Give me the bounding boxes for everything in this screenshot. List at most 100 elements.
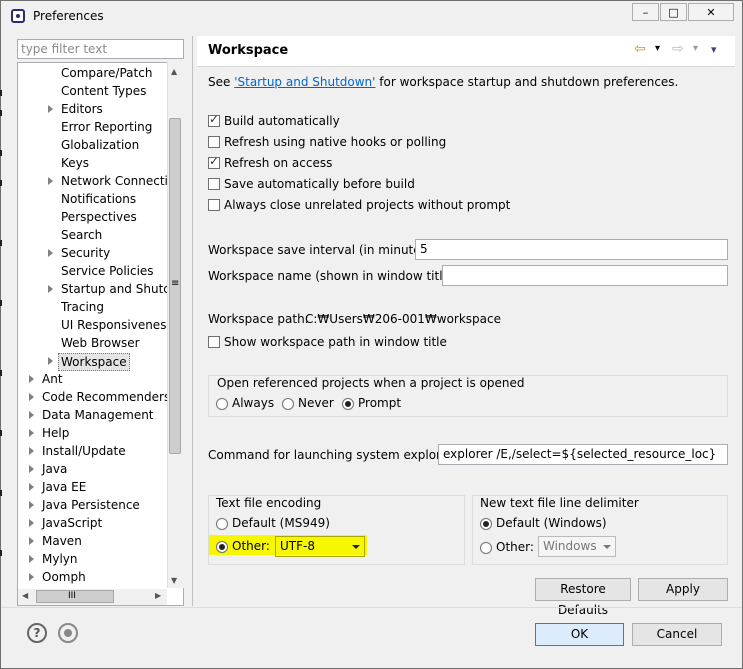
workspace-name-label: Workspace name (shown in window title): — [208, 269, 459, 283]
minimize-button[interactable]: – — [632, 3, 659, 21]
expand-arrow-icon[interactable] — [29, 537, 34, 545]
expand-arrow-icon[interactable] — [29, 555, 34, 563]
tree-item[interactable]: Content Types — [61, 82, 146, 100]
close-button[interactable]: ✕ — [688, 3, 734, 21]
explorer-label: Command for launching system explorer: — [208, 448, 457, 462]
see-suffix: for workspace startup and shutdown prefe… — [375, 75, 679, 89]
scroll-down-arrow[interactable]: ▼ — [171, 576, 177, 585]
apply-button[interactable]: Apply — [638, 578, 728, 601]
tree-item[interactable]: Maven — [42, 532, 82, 550]
checkbox[interactable] — [208, 154, 220, 169]
record-icon[interactable] — [58, 623, 78, 643]
tree-item[interactable]: Error Reporting — [61, 118, 152, 136]
tree-item[interactable]: Install/Update — [42, 442, 126, 460]
tree-item[interactable]: Code Recommenders — [42, 388, 170, 406]
checkbox-label: Refresh using native hooks or polling — [224, 135, 447, 149]
expand-arrow-icon[interactable] — [29, 573, 34, 581]
tree-item[interactable]: Tracing — [61, 298, 104, 316]
cancel-button[interactable]: Cancel — [632, 623, 722, 646]
expand-arrow-icon[interactable] — [48, 285, 53, 293]
encoding-label: Text file encoding — [216, 496, 322, 510]
back-arrow-icon[interactable]: ⇦ — [634, 41, 646, 57]
tree-item[interactable]: Search — [61, 226, 102, 244]
tree-item[interactable]: Java Persistence — [42, 496, 140, 514]
restore-defaults-button[interactable]: Restore Defaults — [535, 578, 631, 617]
tree-item[interactable]: Security — [61, 244, 110, 262]
help-icon[interactable]: ? — [27, 623, 47, 643]
view-menu-icon[interactable]: ▾ — [711, 43, 717, 56]
expand-arrow-icon[interactable] — [29, 429, 34, 437]
expand-arrow-icon[interactable] — [29, 501, 34, 509]
delimiter-other-label: Other: — [496, 540, 534, 554]
tree-item[interactable]: Editors — [61, 100, 103, 118]
tree-item[interactable]: Java EE — [42, 478, 86, 496]
tree-item[interactable]: UI Responsiveness M — [61, 316, 167, 334]
tree-item[interactable]: Network Connection — [61, 172, 167, 190]
checkbox[interactable] — [208, 112, 220, 127]
checkbox[interactable] — [208, 178, 220, 190]
workspace-name-input[interactable] — [442, 265, 728, 286]
delimiter-other-radio[interactable] — [480, 542, 492, 554]
tree-item[interactable]: Startup and Shutdo — [61, 280, 167, 298]
tree-item[interactable]: Compare/Patch — [61, 64, 152, 82]
forward-arrow-icon[interactable]: ⇨ — [672, 41, 684, 57]
window-edge-marks — [0, 70, 3, 630]
scroll-up-arrow[interactable]: ▲ — [171, 67, 177, 76]
explorer-command-input[interactable]: explorer /E,/select=${selected_resource_… — [438, 444, 728, 465]
expand-arrow-icon[interactable] — [48, 249, 53, 257]
tree-item[interactable]: Workspace — [58, 353, 130, 371]
startup-shutdown-link[interactable]: 'Startup and Shutdown' — [234, 75, 375, 89]
ok-button[interactable]: OK — [535, 623, 624, 646]
open-referenced-label: Open referenced projects when a project … — [216, 376, 526, 390]
expand-arrow-icon[interactable] — [29, 483, 34, 491]
expand-arrow-icon[interactable] — [48, 105, 53, 113]
save-interval-input[interactable]: 5 — [415, 239, 728, 260]
expand-arrow-icon[interactable] — [48, 177, 53, 185]
checkbox-label: Refresh on access — [224, 156, 333, 170]
tree-item[interactable]: Mylyn — [42, 550, 78, 568]
tree-item[interactable]: Keys — [61, 154, 89, 172]
show-path-label: Show workspace path in window title — [224, 335, 447, 349]
scroll-right-arrow[interactable]: ▶ — [155, 591, 161, 600]
radio-prompt[interactable] — [342, 398, 354, 410]
eclipse-app-icon — [11, 9, 25, 23]
tree-item[interactable]: Oomph — [42, 568, 86, 586]
expand-arrow-icon[interactable] — [29, 447, 34, 455]
tree-item[interactable]: Perspectives — [61, 208, 137, 226]
tree-item[interactable]: Web Browser — [61, 334, 140, 352]
delimiter-combo[interactable]: Windows — [538, 536, 616, 557]
encoding-other-radio[interactable] — [216, 541, 228, 553]
forward-history-menu-icon[interactable]: ▾ — [693, 43, 698, 54]
expand-arrow-icon[interactable] — [29, 519, 34, 527]
encoding-combo[interactable]: UTF-8 — [275, 536, 365, 557]
encoding-other-label: Other: — [232, 539, 270, 553]
radio-never[interactable] — [282, 398, 294, 410]
show-path-checkbox[interactable] — [208, 336, 220, 348]
hscroll-grip-icon: III — [68, 591, 76, 601]
tree-item[interactable]: Globalization — [61, 136, 139, 154]
tree-item[interactable]: Help — [42, 424, 69, 442]
tree-item[interactable]: JavaScript — [42, 514, 102, 532]
checkbox[interactable] — [208, 199, 220, 211]
tree-item[interactable]: Data Management — [42, 406, 154, 424]
title-bar: Preferences – □ ✕ — [1, 1, 742, 31]
expand-arrow-icon[interactable] — [29, 465, 34, 473]
tree-item[interactable]: Notifications — [61, 190, 136, 208]
expand-arrow-icon[interactable] — [48, 357, 53, 365]
scroll-left-arrow[interactable]: ◀ — [22, 591, 28, 600]
maximize-button[interactable]: □ — [660, 3, 687, 21]
filter-input[interactable]: type filter text — [17, 39, 184, 59]
radio-always[interactable] — [216, 398, 228, 410]
back-history-menu-icon[interactable]: ▾ — [655, 43, 660, 54]
tree-item[interactable]: Service Policies — [61, 262, 154, 280]
delimiter-default-radio[interactable] — [480, 518, 492, 530]
expand-arrow-icon[interactable] — [29, 393, 34, 401]
expand-arrow-icon[interactable] — [29, 411, 34, 419]
sash-divider[interactable] — [192, 36, 193, 606]
tree-item[interactable]: Java — [42, 460, 67, 478]
delimiter-value: Windows — [543, 539, 597, 553]
expand-arrow-icon[interactable] — [29, 375, 34, 383]
tree-item[interactable]: Ant — [42, 370, 63, 388]
checkbox[interactable] — [208, 136, 220, 148]
encoding-default-radio[interactable] — [216, 518, 228, 530]
